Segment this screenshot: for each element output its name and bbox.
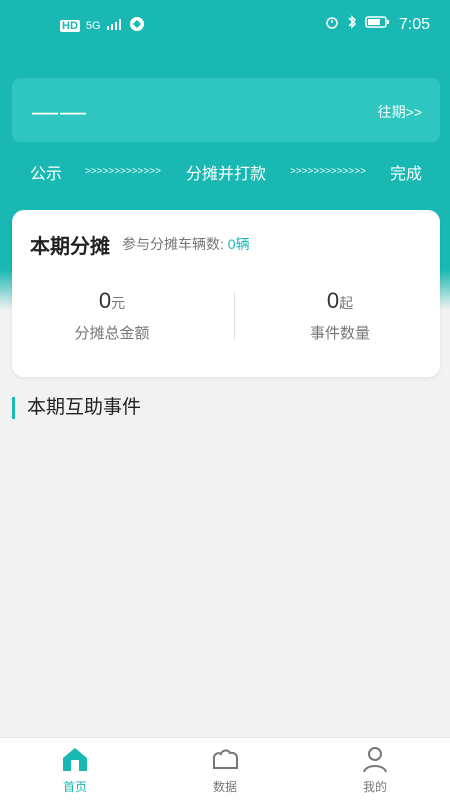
progress-steps: 公示 >>>>>>>>>>>>> 分摊并打款 >>>>>>>>>>>>> 完成 bbox=[0, 160, 450, 184]
hd-badge: HD bbox=[60, 19, 80, 32]
profile-icon bbox=[363, 747, 387, 773]
participants-line: 参与分摊车辆数: 0辆 bbox=[122, 234, 250, 254]
metric-divider bbox=[234, 292, 235, 340]
tab-profile-label: 我的 bbox=[362, 780, 387, 794]
participants-label: 参与分摊车辆数: bbox=[122, 236, 224, 252]
signal-icon bbox=[106, 18, 123, 33]
total-amount-label: 分摊总金额 bbox=[74, 325, 150, 342]
total-amount-value: 0 bbox=[98, 288, 112, 313]
bottom-tab-bar: 首页 数据 我的 bbox=[0, 737, 450, 801]
step-complete: 完成 bbox=[390, 166, 423, 183]
status-left: HD 5G bbox=[60, 16, 145, 35]
status-bar: HD 5G 7:05 bbox=[0, 0, 450, 54]
home-icon bbox=[63, 748, 87, 771]
events-section-title: 本期互助事件 bbox=[12, 397, 141, 419]
bluetooth-icon bbox=[347, 14, 357, 35]
tab-data[interactable]: 数据 bbox=[180, 744, 270, 795]
network-badge: 5G bbox=[85, 19, 101, 32]
data-icon bbox=[213, 749, 238, 769]
events-count-unit: 起 bbox=[339, 295, 354, 311]
status-right: 7:05 bbox=[325, 14, 430, 35]
step-arrows-1: >>>>>>>>>>>>> bbox=[85, 166, 161, 177]
step-arrows-2: >>>>>>>>>>>>> bbox=[290, 166, 366, 177]
tab-home-label: 首页 bbox=[62, 780, 87, 794]
events-count-value: 0 bbox=[326, 288, 340, 313]
total-amount-metric: 0元 分摊总金额 bbox=[12, 288, 212, 343]
summary-title: 本期分摊 bbox=[30, 236, 110, 258]
events-count-metric: 0起 事件数量 bbox=[240, 288, 440, 343]
total-amount-unit: 元 bbox=[111, 295, 126, 311]
past-periods-link[interactable]: 往期>> bbox=[378, 102, 422, 122]
events-count-label: 事件数量 bbox=[309, 325, 370, 342]
tab-profile[interactable]: 我的 bbox=[330, 744, 420, 795]
summary-card: 本期分摊 参与分摊车辆数: 0辆 0元 分摊总金额 0起 事件数量 bbox=[12, 210, 440, 377]
period-card: —— 往期>> bbox=[12, 78, 440, 142]
status-time: 7:05 bbox=[398, 15, 430, 33]
participants-value: 0辆 bbox=[227, 236, 250, 252]
step-announce: 公示 bbox=[30, 166, 63, 183]
sync-icon bbox=[129, 16, 145, 35]
period-label: —— bbox=[32, 96, 88, 126]
step-share-pay: 分摊并打款 bbox=[186, 166, 267, 183]
alarm-icon bbox=[325, 15, 339, 34]
tab-home[interactable]: 首页 bbox=[30, 744, 120, 795]
battery-icon bbox=[365, 15, 391, 34]
tab-data-label: 数据 bbox=[212, 780, 237, 794]
